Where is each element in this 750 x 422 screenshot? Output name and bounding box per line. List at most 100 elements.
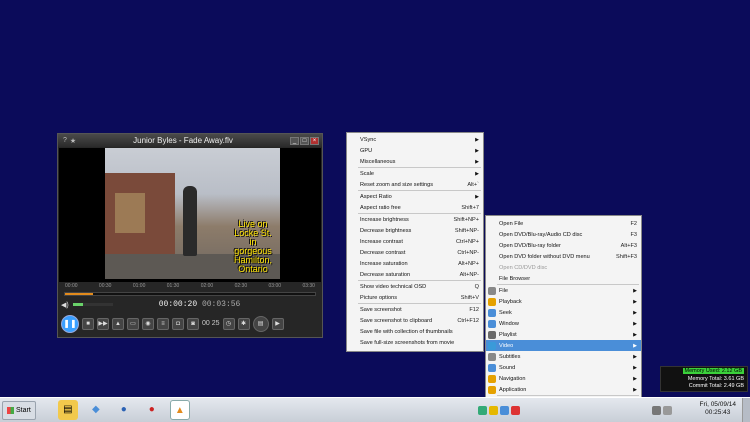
pin-icon[interactable]: ★ <box>69 137 77 145</box>
submenu-arrow-icon: ▶ <box>633 353 637 360</box>
menu-item-reset-zoom-and-size-settings[interactable]: Reset zoom and size settings Alt+` <box>347 179 483 190</box>
tray-app-icon[interactable] <box>500 405 509 415</box>
menu-item-sound[interactable]: Sound ▶ <box>486 362 641 373</box>
equalizer-icon[interactable]: ≡ <box>157 317 169 330</box>
thunderbird-icon[interactable]: ● <box>114 400 134 420</box>
start-button[interactable]: Start <box>2 400 36 420</box>
menu-item-label: VSync <box>360 136 377 143</box>
menu-item-playlist[interactable]: Playlist ▶ <box>486 329 641 340</box>
time-total: 00:03:56 <box>201 300 241 309</box>
menu-item-video[interactable]: Video ▶ <box>486 340 641 351</box>
application-icon <box>488 386 496 394</box>
next-button[interactable]: ▶▶ <box>97 317 109 330</box>
timeline[interactable]: 00:00 00:30 01:00 01:30 02:00 02:30 03:00 03:30 <box>61 283 319 297</box>
camera-icon[interactable]: ◙ <box>187 317 199 330</box>
seek-bar[interactable] <box>64 292 316 296</box>
menu-item-open-dvd-blu-ray-folder[interactable]: Open DVD/Blu-ray folder Alt+F3 <box>486 240 641 251</box>
menu-item-increase-contrast[interactable]: Increase contrast Ctrl+NP+ <box>347 236 483 247</box>
help-icon[interactable]: ? <box>61 137 69 144</box>
menu-item-navigation[interactable]: Navigation ▶ <box>486 373 641 384</box>
timeline-tick-label: 01:00 <box>132 283 146 289</box>
menu-item-subtitles[interactable]: Subtitles ▶ <box>486 351 641 362</box>
timeline-ticks: 00:00 00:30 01:00 01:30 02:00 02:30 03:00 03:30 <box>61 283 319 289</box>
menu-item-label: Scale <box>360 170 374 177</box>
menu-item-file[interactable]: File ▶ <box>486 285 641 296</box>
network-icon[interactable] <box>652 405 661 415</box>
menu-item-aspect-ratio-free[interactable]: Aspect ratio free Shift+7 <box>347 202 483 213</box>
player-window[interactable]: ? ★ Junior Byles - Fade Away.flv _ □ × L… <box>57 133 323 338</box>
file-icon <box>488 287 496 295</box>
windows-logo-icon <box>7 406 14 414</box>
explorer-icon[interactable]: ▤ <box>57 400 78 420</box>
menu-item-increase-saturation[interactable]: Increase saturation Alt+NP+ <box>347 258 483 269</box>
menu-item-miscellaneous[interactable]: Miscellaneous ▶ <box>347 156 483 167</box>
menu-item-label: Increase contrast <box>360 238 403 245</box>
menu-item-application[interactable]: Application ▶ <box>486 384 641 395</box>
memory-total: Memory Total: 3.61 GB <box>687 375 744 382</box>
pause-button[interactable]: ❚❚ <box>61 314 79 333</box>
stop-button[interactable]: ■ <box>82 317 94 330</box>
tray-app-icon[interactable] <box>511 405 520 415</box>
menu-item-save-file-with-collection-of-thumbnails[interactable]: Save file with collection of thumbnails <box>347 326 483 337</box>
video-frame: Live on Locke St. in gorgeous Hamilton, Ontar… <box>105 148 280 279</box>
submenu-arrow-icon: ▶ <box>633 309 637 316</box>
fullscreen-icon[interactable]: ▶ <box>271 317 284 330</box>
volume-icon[interactable]: ◀) <box>61 301 69 309</box>
maximize-button[interactable]: □ <box>300 136 309 145</box>
menu-item-save-full-size-screenshots-from-movie[interactable]: Save full-size screenshots from movie <box>347 337 483 348</box>
time-display: 00:00:20 00:03:56 <box>159 300 241 309</box>
video-area[interactable]: Live on Locke St. in gorgeous Hamilton, Ontar… <box>59 148 321 282</box>
menu-item-file-browser[interactable]: File Browser <box>486 273 641 284</box>
eraser-icon[interactable]: ◆ <box>86 400 106 420</box>
menu-item-label: Reset zoom and size settings <box>360 181 434 188</box>
settings-dial-icon[interactable]: ◉ <box>142 317 154 330</box>
gear-icon[interactable]: ✱ <box>237 317 250 330</box>
menu-item-label: Playback <box>499 298 522 305</box>
minimize-button[interactable]: _ <box>290 136 299 145</box>
menu-item-save-screenshot-to-clipboard[interactable]: Save screenshot to clipboard Ctrl+F12 <box>347 315 483 326</box>
sound-icon <box>488 364 496 372</box>
submenu-arrow-icon: ▶ <box>475 158 479 165</box>
menu-item-increase-brightness[interactable]: Increase brightness Shift+NP+ <box>347 214 483 225</box>
menu-item-gpu[interactable]: GPU ▶ <box>347 145 483 156</box>
menu-item-decrease-saturation[interactable]: Decrease saturation Alt+NP- <box>347 269 483 280</box>
show-desktop-button[interactable] <box>742 398 750 422</box>
menu-item-save-screenshot[interactable]: Save screenshot F12 <box>347 304 483 315</box>
menu-item-aspect-ratio[interactable]: Aspect Ratio ▶ <box>347 191 483 202</box>
menu-item-decrease-brightness[interactable]: Decrease brightness Shift+NP- <box>347 225 483 236</box>
clock[interactable]: Fri, 05/09/14 00:25:43 <box>700 401 737 417</box>
menu-item-vsync[interactable]: VSync ▶ <box>347 134 483 145</box>
light-alloy-icon[interactable]: ▲ <box>169 400 190 420</box>
menu-item-show-video-technical-osd[interactable]: Show video technical OSD Q <box>347 281 483 292</box>
submenu-arrow-icon: ▶ <box>633 375 637 382</box>
redbird-icon[interactable]: ● <box>142 400 162 420</box>
aspect-icon[interactable]: ▭ <box>127 317 139 330</box>
menu-item-picture-options[interactable]: Picture options Shift+V <box>347 292 483 303</box>
menu-item-window[interactable]: Window ▶ <box>486 318 641 329</box>
close-button[interactable]: × <box>310 136 319 145</box>
menu-item-shortcut: Shift+F3 <box>616 253 637 260</box>
menu-item-playback[interactable]: Playback ▶ <box>486 296 641 307</box>
screenshot-icon[interactable]: ◘ <box>172 317 184 330</box>
menu-item-decrease-contrast[interactable]: Decrease contrast Ctrl+NP- <box>347 247 483 258</box>
menu-item-open-dvd-blu-ray-audio-cd-disc[interactable]: Open DVD/Blu-ray/Audio CD disc F3 <box>486 229 641 240</box>
menu-item-open-cd-dvd-disc: Open CD/DVD disc <box>486 262 641 273</box>
person-shape <box>183 186 197 256</box>
volume-slider[interactable] <box>72 303 113 306</box>
speaker-icon[interactable] <box>663 405 672 415</box>
submenu-arrow-icon: ▶ <box>633 342 637 349</box>
timeline-tick-label: 00:30 <box>98 283 112 289</box>
menu-item-open-dvd-folder-without-dvd-menu[interactable]: Open DVD folder without DVD menu Shift+F3 <box>486 251 641 262</box>
player-titlebar[interactable]: ? ★ Junior Byles - Fade Away.flv _ □ × <box>58 134 322 147</box>
seek-bar-fill <box>65 293 93 295</box>
tray-app-icon[interactable] <box>489 405 498 415</box>
menu-item-shortcut: Ctrl+NP+ <box>455 238 479 245</box>
eject-button[interactable]: ▲ <box>112 317 124 330</box>
playlist-button[interactable]: ▤ <box>252 315 269 332</box>
menu-item-seek[interactable]: Seek ▶ <box>486 307 641 318</box>
menu-item-label: Increase brightness <box>360 216 409 223</box>
timer-icon[interactable]: ◷ <box>222 317 235 330</box>
menu-item-scale[interactable]: Scale ▶ <box>347 168 483 179</box>
tray-app-icon[interactable] <box>478 405 487 415</box>
menu-item-open-file[interactable]: Open File F2 <box>486 218 641 229</box>
